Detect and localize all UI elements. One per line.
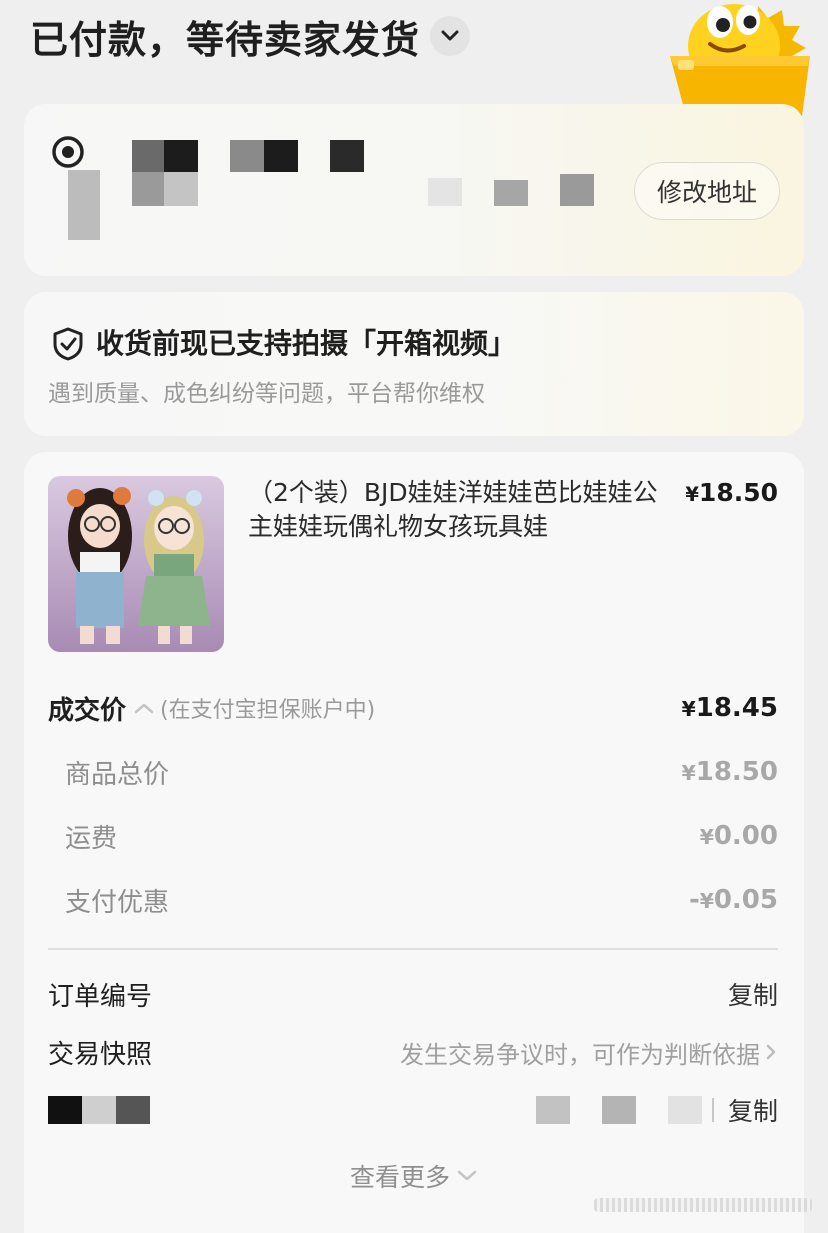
shipping-value: 0.00 bbox=[713, 821, 778, 851]
product-name[interactable]: （2个装）BJD娃娃洋娃娃芭比娃娃公主娃娃玩偶礼物女孩玩具娃 bbox=[248, 476, 668, 544]
page-title: 已付款，等待卖家发货 bbox=[30, 17, 421, 62]
snapshot-note-text: 发生交易争议时，可作为判断依据 bbox=[400, 1040, 760, 1069]
chevron-right-icon bbox=[766, 1044, 776, 1060]
chevron-down-icon bbox=[457, 1170, 477, 1181]
deal-price-symbol: ¥ bbox=[681, 697, 696, 721]
snapshot-note: 发生交易争议时，可作为判断依据 bbox=[400, 1035, 778, 1070]
view-more-label: 查看更多 bbox=[349, 1163, 450, 1192]
price-row-subtotal: 商品总价 ¥18.50 bbox=[48, 752, 778, 792]
watermark-strip bbox=[594, 1198, 812, 1212]
shipping-symbol: ¥ bbox=[699, 825, 714, 849]
unboxing-video-subtitle: 遇到质量、成色纠纷等问题，平台帮你维权 bbox=[48, 381, 485, 407]
discount-amount: -¥0.05 bbox=[689, 885, 778, 915]
deal-price-value: 18.45 bbox=[695, 693, 778, 723]
price-row-discount: 支付优惠 -¥0.05 bbox=[48, 880, 778, 920]
address-card[interactable]: 修改地址 bbox=[24, 104, 804, 276]
discount-label: 支付优惠 bbox=[65, 887, 170, 918]
product-price-value: 18.50 bbox=[698, 478, 778, 507]
subtotal-amount: ¥18.50 bbox=[682, 757, 778, 787]
transaction-id-row: 复制 bbox=[48, 1090, 778, 1130]
order-number-row: 订单编号 复制 bbox=[48, 974, 778, 1014]
subtotal-value: 18.50 bbox=[695, 757, 778, 787]
order-card: （2个装）BJD娃娃洋娃娃芭比娃娃公主娃娃玩偶礼物女孩玩具娃 ¥18.50 成交… bbox=[24, 452, 804, 1233]
deal-price-label: 成交价 bbox=[48, 695, 127, 726]
deal-price-note: (在支付宝担保账户中) bbox=[160, 698, 376, 723]
status-expand-button[interactable] bbox=[430, 16, 471, 56]
chevron-up-icon bbox=[134, 703, 154, 714]
price-row-shipping: 运费 ¥0.00 bbox=[48, 816, 778, 856]
product-price-symbol: ¥ bbox=[685, 483, 699, 506]
divider bbox=[48, 948, 778, 950]
copy-order-number-button[interactable]: 复制 bbox=[728, 976, 778, 1012]
discount-symbol: ¥ bbox=[699, 889, 714, 913]
transaction-id-redacted-tail bbox=[536, 1096, 703, 1124]
deal-price-row[interactable]: 成交价 (在支付宝担保账户中) ¥18.45 bbox=[48, 688, 778, 728]
shield-check-icon bbox=[53, 327, 83, 361]
vertical-divider bbox=[712, 1098, 714, 1122]
edit-address-button[interactable]: 修改地址 bbox=[634, 162, 780, 220]
copy-transaction-id-button[interactable]: 复制 bbox=[728, 1092, 778, 1128]
discount-prefix: - bbox=[688, 885, 700, 915]
mascot-icon bbox=[670, 4, 810, 116]
shipping-label: 运费 bbox=[65, 823, 118, 854]
subtotal-symbol: ¥ bbox=[681, 761, 696, 785]
subtotal-label: 商品总价 bbox=[65, 759, 170, 790]
chevron-down-icon bbox=[441, 30, 459, 41]
shipping-amount: ¥0.00 bbox=[700, 821, 778, 851]
view-more-button[interactable]: 查看更多 bbox=[24, 1158, 804, 1194]
transaction-id-redacted bbox=[48, 1096, 150, 1124]
unboxing-video-card[interactable]: 收货前现已支持拍摄「开箱视频」 遇到质量、成色纠纷等问题，平台帮你维权 bbox=[24, 292, 804, 436]
order-number-label: 订单编号 bbox=[48, 981, 153, 1012]
location-icon bbox=[52, 136, 84, 168]
discount-value: 0.05 bbox=[713, 885, 778, 915]
snapshot-row[interactable]: 交易快照 发生交易争议时，可作为判断依据 bbox=[48, 1032, 778, 1072]
product-price: ¥18.50 bbox=[685, 478, 778, 507]
unboxing-video-title: 收货前现已支持拍摄「开箱视频」 bbox=[96, 327, 517, 360]
page-header: 已付款，等待卖家发货 bbox=[30, 8, 471, 64]
snapshot-label: 交易快照 bbox=[48, 1039, 153, 1070]
deal-price-amount: ¥18.45 bbox=[682, 693, 778, 723]
product-image[interactable] bbox=[48, 476, 224, 652]
